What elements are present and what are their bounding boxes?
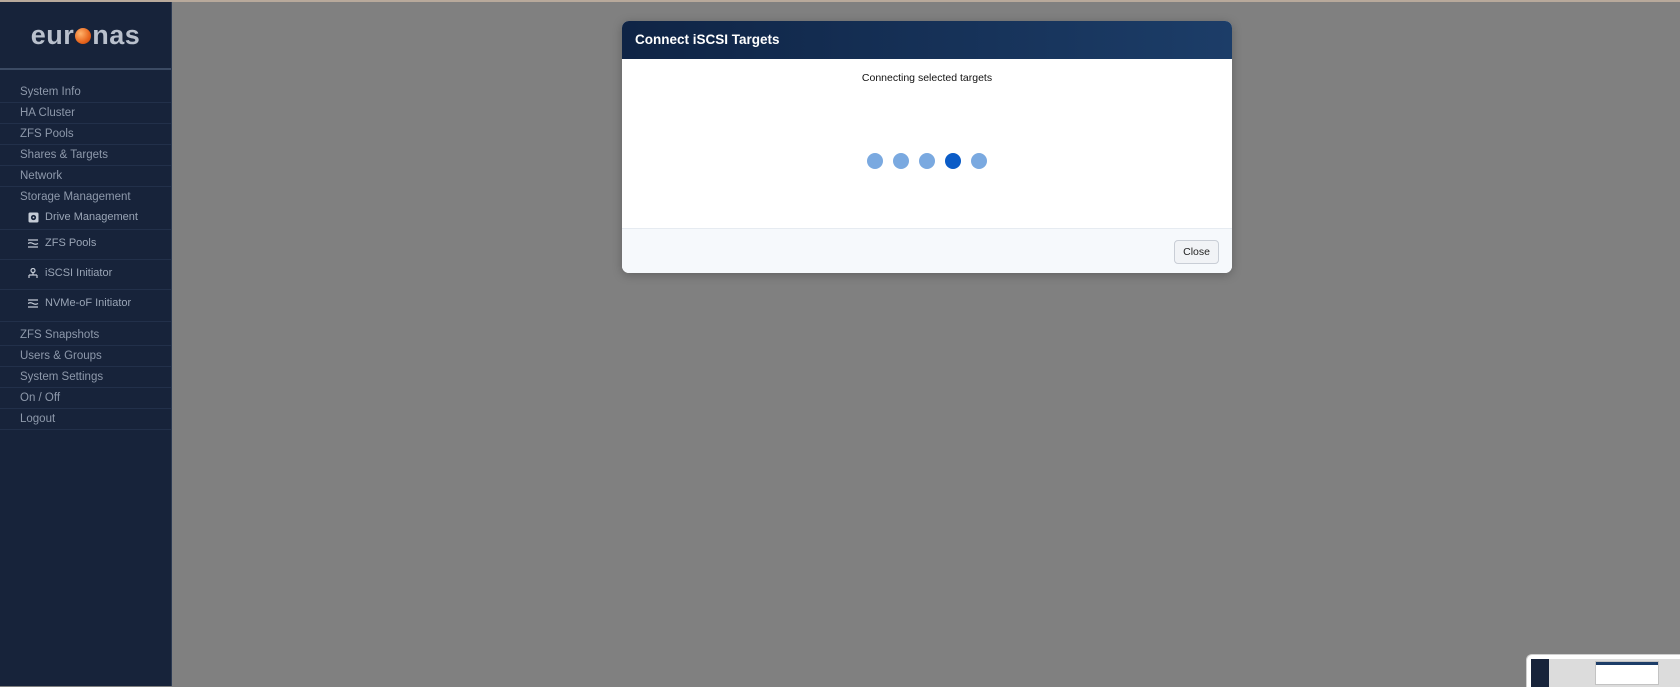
layers-icon — [27, 237, 39, 249]
initiator-icon — [27, 267, 39, 279]
sidebar-item-zfs-pools[interactable]: ZFS Pools — [0, 124, 171, 145]
status-message: Connecting selected targets — [861, 72, 993, 84]
dialog-title: Connect iSCSI Targets — [622, 21, 1232, 59]
logo-text-right: nas — [92, 19, 141, 50]
sidebar-subitem-nvme-of-initiator[interactable]: NVMe-oF Initiator — [0, 290, 171, 322]
sidebar-subitem-drive-management[interactable]: Drive Management — [0, 207, 171, 230]
sidebar-item-system-info[interactable]: System Info — [0, 82, 171, 103]
sidebar-subitem-label: Drive Management — [45, 211, 138, 223]
thumbnail-sidebar — [1531, 659, 1549, 687]
sidebar-item-shares-targets[interactable]: Shares & Targets — [0, 145, 171, 166]
dialog-footer: Close — [622, 228, 1232, 273]
logo-text-left: eur — [30, 19, 75, 50]
thumbnail-dialog — [1595, 661, 1659, 685]
sidebar-item-logout[interactable]: Logout — [0, 409, 171, 430]
connect-iscsi-targets-dialog: Connect iSCSI Targets Connecting selecte… — [622, 21, 1232, 273]
layers-icon — [27, 297, 39, 309]
sidebar-item-system-settings[interactable]: System Settings — [0, 367, 171, 388]
sidebar-nav: System Info HA Cluster ZFS Pools Shares … — [0, 82, 171, 430]
loading-dot — [971, 153, 987, 169]
sidebar-item-zfs-snapshots[interactable]: ZFS Snapshots — [0, 325, 171, 346]
loading-dot — [893, 153, 909, 169]
euronas-logo[interactable]: eur nas — [0, 2, 171, 70]
close-button[interactable]: Close — [1174, 240, 1219, 264]
sidebar-item-storage-management[interactable]: Storage Management — [0, 187, 171, 207]
loading-dot — [919, 153, 935, 169]
thumbnail-dialog-header — [1596, 662, 1658, 665]
sidebar-item-users-groups[interactable]: Users & Groups — [0, 346, 171, 367]
sidebar: eur nas System Info HA Cluster ZFS Pools … — [0, 2, 172, 686]
sidebar-subitem-zfs-pools[interactable]: ZFS Pools — [0, 230, 171, 260]
sidebar-item-on-off[interactable]: On / Off — [0, 388, 171, 409]
sidebar-subitem-label: NVMe-oF Initiator — [45, 297, 132, 309]
loading-dot — [867, 153, 883, 169]
sidebar-subitem-label: iSCSI Initiator — [45, 267, 113, 279]
drive-icon — [27, 211, 39, 223]
loading-dot — [945, 153, 961, 169]
loading-indicator — [622, 153, 1232, 173]
sidebar-subitem-iscsi-initiator[interactable]: iSCSI Initiator — [0, 260, 171, 290]
sidebar-item-ha-cluster[interactable]: HA Cluster — [0, 103, 171, 124]
sidebar-subitem-label: ZFS Pools — [45, 237, 97, 249]
sidebar-item-network[interactable]: Network — [0, 166, 171, 187]
dialog-body: Connecting selected targets — [622, 59, 1232, 228]
logo-orange-dot — [75, 28, 92, 44]
screenshot-thumbnail[interactable] — [1526, 654, 1680, 687]
